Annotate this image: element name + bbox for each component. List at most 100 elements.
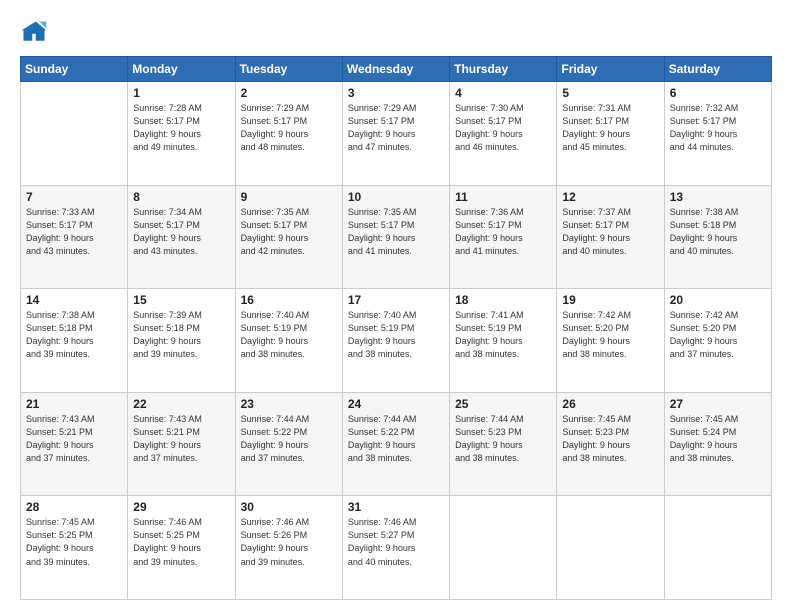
day-number: 21	[26, 397, 122, 411]
calendar-cell: 2 Sunrise: 7:29 AM Sunset: 5:17 PM Daylig…	[235, 82, 342, 186]
day-info: Sunrise: 7:41 AM Sunset: 5:19 PM Dayligh…	[455, 309, 551, 361]
day-info: Sunrise: 7:30 AM Sunset: 5:17 PM Dayligh…	[455, 102, 551, 154]
calendar-cell: 28 Sunrise: 7:45 AM Sunset: 5:25 PM Dayli…	[21, 496, 128, 600]
day-info: Sunrise: 7:38 AM Sunset: 5:18 PM Dayligh…	[670, 206, 766, 258]
day-info: Sunrise: 7:29 AM Sunset: 5:17 PM Dayligh…	[241, 102, 337, 154]
calendar-cell: 7 Sunrise: 7:33 AM Sunset: 5:17 PM Daylig…	[21, 185, 128, 289]
calendar-cell: 6 Sunrise: 7:32 AM Sunset: 5:17 PM Daylig…	[664, 82, 771, 186]
calendar-header-sunday: Sunday	[21, 57, 128, 82]
day-number: 18	[455, 293, 551, 307]
day-info: Sunrise: 7:39 AM Sunset: 5:18 PM Dayligh…	[133, 309, 229, 361]
calendar-cell	[664, 496, 771, 600]
day-info: Sunrise: 7:34 AM Sunset: 5:17 PM Dayligh…	[133, 206, 229, 258]
day-info: Sunrise: 7:31 AM Sunset: 5:17 PM Dayligh…	[562, 102, 658, 154]
day-info: Sunrise: 7:44 AM Sunset: 5:22 PM Dayligh…	[348, 413, 444, 465]
header	[20, 18, 772, 46]
logo-icon	[20, 18, 48, 46]
calendar-cell: 20Sunrise: 7:42 AM Sunset: 5:20 PM Dayli…	[664, 289, 771, 393]
day-number: 3	[348, 86, 444, 100]
day-number: 31	[348, 500, 444, 514]
calendar-cell: 4 Sunrise: 7:30 AM Sunset: 5:17 PM Daylig…	[450, 82, 557, 186]
day-number: 1	[133, 86, 229, 100]
day-number: 16	[241, 293, 337, 307]
calendar-cell: 26 Sunrise: 7:45 AM Sunset: 5:23 PM Dayli…	[557, 392, 664, 496]
page: SundayMondayTuesdayWednesdayThursdayFrid…	[0, 0, 792, 612]
calendar-header-saturday: Saturday	[664, 57, 771, 82]
calendar-cell: 13 Sunrise: 7:38 AM Sunset: 5:18 PM Dayli…	[664, 185, 771, 289]
calendar-cell: 27Sunrise: 7:45 AM Sunset: 5:24 PM Dayli…	[664, 392, 771, 496]
calendar-header-friday: Friday	[557, 57, 664, 82]
day-info: Sunrise: 7:45 AM Sunset: 5:23 PM Dayligh…	[562, 413, 658, 465]
day-number: 23	[241, 397, 337, 411]
calendar-table: SundayMondayTuesdayWednesdayThursdayFrid…	[20, 56, 772, 600]
calendar-cell: 23 Sunrise: 7:44 AM Sunset: 5:22 PM Dayli…	[235, 392, 342, 496]
day-info: Sunrise: 7:46 AM Sunset: 5:25 PM Dayligh…	[133, 516, 229, 568]
day-number: 24	[348, 397, 444, 411]
calendar-cell	[450, 496, 557, 600]
day-info: Sunrise: 7:43 AM Sunset: 5:21 PM Dayligh…	[133, 413, 229, 465]
day-number: 4	[455, 86, 551, 100]
calendar-cell: 12 Sunrise: 7:37 AM Sunset: 5:17 PM Dayli…	[557, 185, 664, 289]
day-number: 14	[26, 293, 122, 307]
calendar-cell: 29Sunrise: 7:46 AM Sunset: 5:25 PM Dayli…	[128, 496, 235, 600]
day-number: 28	[26, 500, 122, 514]
day-number: 8	[133, 190, 229, 204]
calendar-week-0: 1Sunrise: 7:28 AM Sunset: 5:17 PM Daylig…	[21, 82, 772, 186]
day-info: Sunrise: 7:40 AM Sunset: 5:19 PM Dayligh…	[348, 309, 444, 361]
day-info: Sunrise: 7:45 AM Sunset: 5:25 PM Dayligh…	[26, 516, 122, 568]
day-info: Sunrise: 7:38 AM Sunset: 5:18 PM Dayligh…	[26, 309, 122, 361]
calendar-cell: 17 Sunrise: 7:40 AM Sunset: 5:19 PM Dayli…	[342, 289, 449, 393]
calendar-header-row: SundayMondayTuesdayWednesdayThursdayFrid…	[21, 57, 772, 82]
calendar-cell: 15 Sunrise: 7:39 AM Sunset: 5:18 PM Dayli…	[128, 289, 235, 393]
calendar-cell: 24 Sunrise: 7:44 AM Sunset: 5:22 PM Dayli…	[342, 392, 449, 496]
calendar-header-monday: Monday	[128, 57, 235, 82]
day-number: 12	[562, 190, 658, 204]
calendar-week-3: 21 Sunrise: 7:43 AM Sunset: 5:21 PM Dayli…	[21, 392, 772, 496]
calendar-cell: 3Sunrise: 7:29 AM Sunset: 5:17 PM Daylig…	[342, 82, 449, 186]
day-info: Sunrise: 7:32 AM Sunset: 5:17 PM Dayligh…	[670, 102, 766, 154]
calendar-cell: 22 Sunrise: 7:43 AM Sunset: 5:21 PM Dayli…	[128, 392, 235, 496]
calendar-cell	[557, 496, 664, 600]
day-info: Sunrise: 7:35 AM Sunset: 5:17 PM Dayligh…	[348, 206, 444, 258]
day-number: 17	[348, 293, 444, 307]
day-info: Sunrise: 7:35 AM Sunset: 5:17 PM Dayligh…	[241, 206, 337, 258]
calendar-cell: 30 Sunrise: 7:46 AM Sunset: 5:26 PM Dayli…	[235, 496, 342, 600]
day-number: 10	[348, 190, 444, 204]
day-number: 9	[241, 190, 337, 204]
day-number: 30	[241, 500, 337, 514]
calendar-cell: 1Sunrise: 7:28 AM Sunset: 5:17 PM Daylig…	[128, 82, 235, 186]
calendar-cell: 8 Sunrise: 7:34 AM Sunset: 5:17 PM Daylig…	[128, 185, 235, 289]
calendar-cell: 9 Sunrise: 7:35 AM Sunset: 5:17 PM Daylig…	[235, 185, 342, 289]
day-info: Sunrise: 7:43 AM Sunset: 5:21 PM Dayligh…	[26, 413, 122, 465]
day-info: Sunrise: 7:46 AM Sunset: 5:26 PM Dayligh…	[241, 516, 337, 568]
day-number: 20	[670, 293, 766, 307]
day-info: Sunrise: 7:36 AM Sunset: 5:17 PM Dayligh…	[455, 206, 551, 258]
day-info: Sunrise: 7:44 AM Sunset: 5:22 PM Dayligh…	[241, 413, 337, 465]
calendar-cell: 16 Sunrise: 7:40 AM Sunset: 5:19 PM Dayli…	[235, 289, 342, 393]
day-number: 13	[670, 190, 766, 204]
day-number: 25	[455, 397, 551, 411]
calendar-cell: 10 Sunrise: 7:35 AM Sunset: 5:17 PM Dayli…	[342, 185, 449, 289]
day-number: 27	[670, 397, 766, 411]
day-number: 11	[455, 190, 551, 204]
day-number: 19	[562, 293, 658, 307]
logo	[20, 18, 52, 46]
calendar-header-wednesday: Wednesday	[342, 57, 449, 82]
day-info: Sunrise: 7:33 AM Sunset: 5:17 PM Dayligh…	[26, 206, 122, 258]
day-number: 15	[133, 293, 229, 307]
calendar-cell: 31Sunrise: 7:46 AM Sunset: 5:27 PM Dayli…	[342, 496, 449, 600]
day-number: 22	[133, 397, 229, 411]
calendar-cell	[21, 82, 128, 186]
calendar-week-4: 28 Sunrise: 7:45 AM Sunset: 5:25 PM Dayli…	[21, 496, 772, 600]
day-info: Sunrise: 7:40 AM Sunset: 5:19 PM Dayligh…	[241, 309, 337, 361]
day-info: Sunrise: 7:37 AM Sunset: 5:17 PM Dayligh…	[562, 206, 658, 258]
day-number: 5	[562, 86, 658, 100]
day-number: 26	[562, 397, 658, 411]
calendar-cell: 21 Sunrise: 7:43 AM Sunset: 5:21 PM Dayli…	[21, 392, 128, 496]
calendar-week-2: 14 Sunrise: 7:38 AM Sunset: 5:18 PM Dayli…	[21, 289, 772, 393]
day-number: 6	[670, 86, 766, 100]
day-number: 7	[26, 190, 122, 204]
calendar-cell: 19Sunrise: 7:42 AM Sunset: 5:20 PM Dayli…	[557, 289, 664, 393]
day-number: 2	[241, 86, 337, 100]
calendar-cell: 18 Sunrise: 7:41 AM Sunset: 5:19 PM Dayli…	[450, 289, 557, 393]
